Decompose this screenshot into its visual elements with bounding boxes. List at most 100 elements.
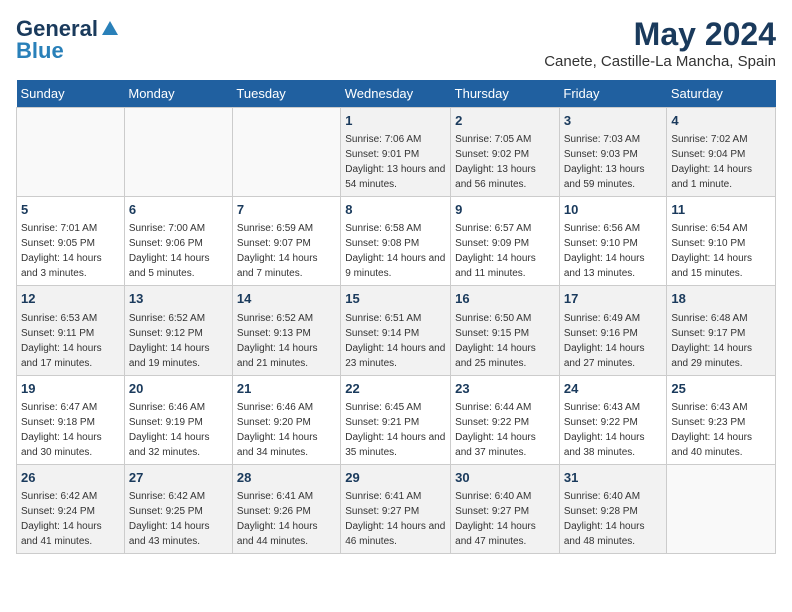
sunrise-text: Sunrise: 7:03 AM [564, 134, 640, 145]
title-area: May 2024 Canete, Castille-La Mancha, Spa… [544, 16, 776, 70]
calendar-cell: 17Sunrise: 6:49 AMSunset: 9:16 PMDayligh… [559, 286, 667, 375]
daylight-text: Daylight: 14 hours and 35 minutes. [345, 432, 445, 458]
calendar-cell: 22Sunrise: 6:45 AMSunset: 9:21 PMDayligh… [341, 375, 451, 464]
day-info: Sunrise: 6:50 AMSunset: 9:15 PMDaylight:… [455, 311, 555, 371]
day-info: Sunrise: 6:52 AMSunset: 9:12 PMDaylight:… [129, 311, 228, 371]
sunrise-text: Sunrise: 6:48 AM [671, 313, 747, 324]
calendar-cell: 4Sunrise: 7:02 AMSunset: 9:04 PMDaylight… [667, 108, 776, 197]
sunrise-text: Sunrise: 7:02 AM [671, 134, 747, 145]
calendar-cell: 10Sunrise: 6:56 AMSunset: 9:10 PMDayligh… [559, 197, 667, 286]
sunset-text: Sunset: 9:24 PM [21, 506, 95, 517]
page-header: General Blue May 2024 Canete, Castille-L… [16, 16, 776, 70]
calendar-cell: 25Sunrise: 6:43 AMSunset: 9:23 PMDayligh… [667, 375, 776, 464]
calendar-cell: 12Sunrise: 6:53 AMSunset: 9:11 PMDayligh… [17, 286, 125, 375]
day-number: 25 [671, 380, 771, 398]
calendar-cell: 7Sunrise: 6:59 AMSunset: 9:07 PMDaylight… [232, 197, 340, 286]
day-number: 29 [345, 469, 446, 487]
calendar-cell: 19Sunrise: 6:47 AMSunset: 9:18 PMDayligh… [17, 375, 125, 464]
sunset-text: Sunset: 9:20 PM [237, 417, 311, 428]
day-number: 26 [21, 469, 120, 487]
logo: General Blue [16, 16, 120, 64]
day-info: Sunrise: 6:41 AMSunset: 9:26 PMDaylight:… [237, 489, 336, 549]
sunrise-text: Sunrise: 6:44 AM [455, 402, 531, 413]
day-number: 21 [237, 380, 336, 398]
day-number: 15 [345, 290, 446, 308]
sunset-text: Sunset: 9:22 PM [455, 417, 529, 428]
day-info: Sunrise: 6:59 AMSunset: 9:07 PMDaylight:… [237, 221, 336, 281]
sunrise-text: Sunrise: 6:54 AM [671, 223, 747, 234]
sunrise-text: Sunrise: 6:49 AM [564, 313, 640, 324]
sunset-text: Sunset: 9:08 PM [345, 238, 419, 249]
calendar-cell [124, 108, 232, 197]
day-number: 8 [345, 201, 446, 219]
sunset-text: Sunset: 9:26 PM [237, 506, 311, 517]
sunset-text: Sunset: 9:28 PM [564, 506, 638, 517]
day-info: Sunrise: 6:46 AMSunset: 9:20 PMDaylight:… [237, 400, 336, 460]
calendar-cell [667, 464, 776, 553]
sunrise-text: Sunrise: 6:46 AM [129, 402, 205, 413]
sunset-text: Sunset: 9:04 PM [671, 149, 745, 160]
calendar-cell: 2Sunrise: 7:05 AMSunset: 9:02 PMDaylight… [451, 108, 560, 197]
daylight-text: Daylight: 14 hours and 40 minutes. [671, 432, 752, 458]
sunset-text: Sunset: 9:10 PM [564, 238, 638, 249]
calendar-cell [17, 108, 125, 197]
daylight-text: Daylight: 14 hours and 25 minutes. [455, 343, 536, 369]
calendar-cell: 26Sunrise: 6:42 AMSunset: 9:24 PMDayligh… [17, 464, 125, 553]
sunrise-text: Sunrise: 6:58 AM [345, 223, 421, 234]
calendar-week-row: 5Sunrise: 7:01 AMSunset: 9:05 PMDaylight… [17, 197, 776, 286]
logo-blue-text: Blue [16, 38, 64, 64]
day-number: 12 [21, 290, 120, 308]
day-info: Sunrise: 7:03 AMSunset: 9:03 PMDaylight:… [564, 132, 663, 192]
day-info: Sunrise: 7:06 AMSunset: 9:01 PMDaylight:… [345, 132, 446, 192]
daylight-text: Daylight: 14 hours and 15 minutes. [671, 253, 752, 279]
daylight-text: Daylight: 13 hours and 56 minutes. [455, 164, 536, 190]
calendar-cell: 30Sunrise: 6:40 AMSunset: 9:27 PMDayligh… [451, 464, 560, 553]
day-number: 28 [237, 469, 336, 487]
day-number: 6 [129, 201, 228, 219]
day-number: 10 [564, 201, 663, 219]
sunrise-text: Sunrise: 6:41 AM [237, 491, 313, 502]
weekday-header-tuesday: Tuesday [232, 80, 340, 108]
day-number: 9 [455, 201, 555, 219]
day-number: 22 [345, 380, 446, 398]
weekday-header-saturday: Saturday [667, 80, 776, 108]
day-number: 14 [237, 290, 336, 308]
day-number: 24 [564, 380, 663, 398]
sunset-text: Sunset: 9:09 PM [455, 238, 529, 249]
daylight-text: Daylight: 14 hours and 48 minutes. [564, 521, 645, 547]
day-info: Sunrise: 6:52 AMSunset: 9:13 PMDaylight:… [237, 311, 336, 371]
sunset-text: Sunset: 9:05 PM [21, 238, 95, 249]
daylight-text: Daylight: 14 hours and 11 minutes. [455, 253, 536, 279]
sunset-text: Sunset: 9:14 PM [345, 328, 419, 339]
daylight-text: Daylight: 14 hours and 3 minutes. [21, 253, 102, 279]
logo-icon [100, 19, 120, 39]
sunrise-text: Sunrise: 6:42 AM [21, 491, 97, 502]
daylight-text: Daylight: 14 hours and 7 minutes. [237, 253, 318, 279]
sunrise-text: Sunrise: 6:43 AM [564, 402, 640, 413]
daylight-text: Daylight: 14 hours and 37 minutes. [455, 432, 536, 458]
sunset-text: Sunset: 9:19 PM [129, 417, 203, 428]
sunset-text: Sunset: 9:10 PM [671, 238, 745, 249]
calendar-table: SundayMondayTuesdayWednesdayThursdayFrid… [16, 80, 776, 554]
daylight-text: Daylight: 14 hours and 34 minutes. [237, 432, 318, 458]
day-info: Sunrise: 6:44 AM Sunset: 9:22 PM Daylight:… [455, 400, 555, 460]
sunrise-text: Sunrise: 6:47 AM [21, 402, 97, 413]
daylight-text: Daylight: 14 hours and 29 minutes. [671, 343, 752, 369]
sunrise-text: Sunrise: 7:01 AM [21, 223, 97, 234]
sunrise-text: Sunrise: 6:53 AM [21, 313, 97, 324]
day-info: Sunrise: 6:54 AM Sunset: 9:10 PM Daylight:… [671, 221, 771, 281]
sunset-text: Sunset: 9:03 PM [564, 149, 638, 160]
weekday-header-friday: Friday [559, 80, 667, 108]
sunset-text: Sunset: 9:27 PM [345, 506, 419, 517]
sunset-text: Sunset: 9:17 PM [671, 328, 745, 339]
calendar-cell [232, 108, 340, 197]
calendar-cell: 11Sunrise: 6:54 AMSunset: 9:10 PMDayligh… [667, 197, 776, 286]
daylight-text: Daylight: 14 hours and 43 minutes. [129, 521, 210, 547]
calendar-cell: 8Sunrise: 6:58 AMSunset: 9:08 PMDaylight… [341, 197, 451, 286]
weekday-header-monday: Monday [124, 80, 232, 108]
sunset-text: Sunset: 9:13 PM [237, 328, 311, 339]
sunrise-text: Sunrise: 6:45 AM [345, 402, 421, 413]
sunrise-text: Sunrise: 6:59 AM [237, 223, 313, 234]
day-number: 17 [564, 290, 663, 308]
calendar-cell: 9Sunrise: 6:57 AMSunset: 9:09 PMDaylight… [451, 197, 560, 286]
